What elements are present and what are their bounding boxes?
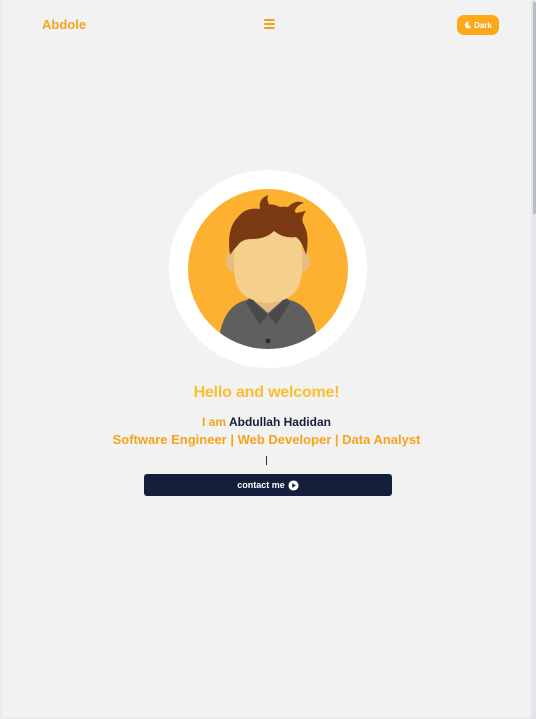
author-name: Abdullah Hadidan bbox=[228, 415, 331, 429]
play-circle-icon bbox=[288, 479, 299, 491]
contact-me-button[interactable]: contact me bbox=[144, 474, 392, 496]
greeting-heading: Hello and welcome! bbox=[193, 384, 340, 401]
hamburger-icon bbox=[264, 19, 275, 21]
intro-prefix: I am bbox=[202, 415, 227, 429]
scrollbar[interactable] bbox=[531, 0, 536, 719]
page: Abdole Dark Hello and welcome! I am Abdu… bbox=[2, 0, 531, 717]
moon-icon bbox=[464, 21, 472, 29]
dark-mode-label: Dark bbox=[474, 20, 492, 30]
roles-text: Software Engineer | Web Developer | Data… bbox=[112, 432, 421, 447]
brand-logo[interactable]: Abdole bbox=[42, 17, 86, 32]
avatar bbox=[169, 170, 367, 368]
dark-mode-toggle[interactable]: Dark bbox=[457, 15, 499, 35]
menu-button[interactable] bbox=[264, 18, 276, 30]
user-avatar-illustration bbox=[188, 189, 348, 349]
contact-me-label: contact me bbox=[237, 480, 285, 490]
typing-cursor bbox=[266, 456, 267, 465]
intro-line: I am Abdullah Hadidan bbox=[2, 415, 531, 429]
